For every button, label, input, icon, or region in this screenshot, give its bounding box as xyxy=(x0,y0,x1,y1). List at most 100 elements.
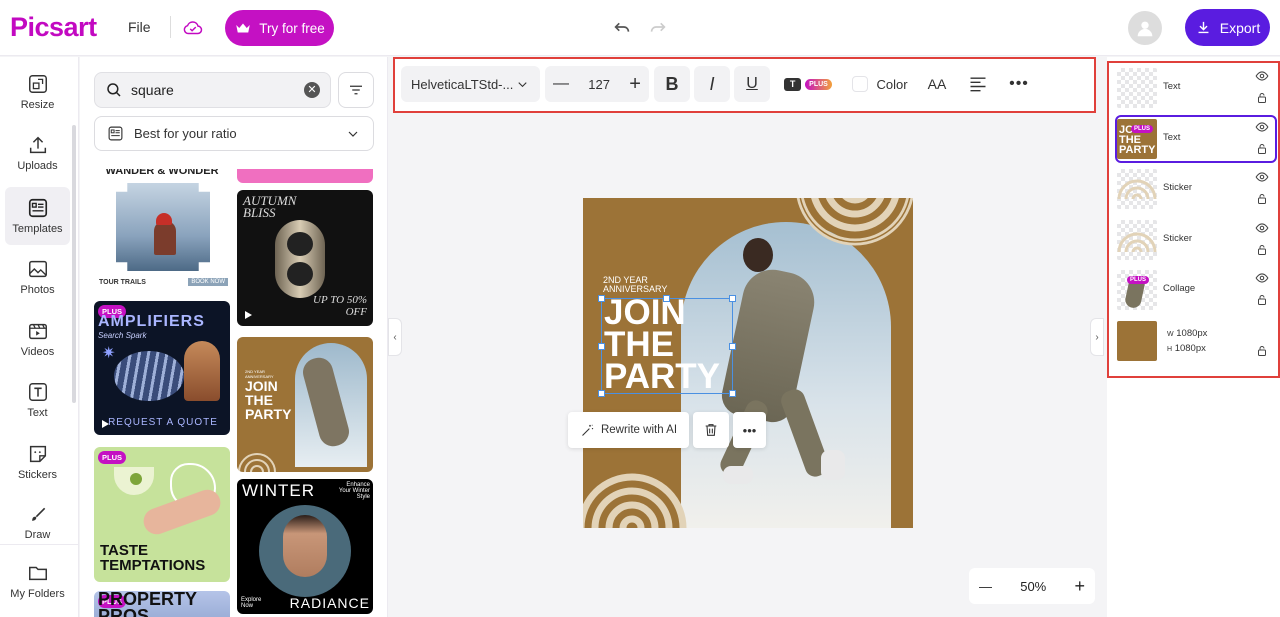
rail-scrollbar[interactable] xyxy=(72,125,76,403)
collapse-layers-button[interactable]: › xyxy=(1090,318,1104,356)
font-family-value: HelveticaLTStd-... xyxy=(411,76,514,92)
template-card-autumn[interactable]: AUTUMN BLISS UP TO 50% OFF xyxy=(237,190,373,326)
rail-item-draw[interactable]: Draw xyxy=(5,497,70,541)
dancer-head xyxy=(743,238,773,272)
bold-button[interactable]: B xyxy=(654,66,690,102)
left-tool-rail: Resize Uploads Templates Photos Videos T… xyxy=(0,57,79,617)
traveler-figure xyxy=(154,221,176,255)
rail-item-my-folders[interactable]: My Folders xyxy=(5,552,70,610)
template-subtitle: Search Spark xyxy=(98,331,147,340)
cloud-sync-icon[interactable] xyxy=(182,17,204,39)
template-card-taste[interactable]: PLUS TASTE TEMPTATIONS xyxy=(94,447,230,582)
ratio-dropdown[interactable]: Best for your ratio xyxy=(94,116,374,151)
collapse-panel-button[interactable]: ‹ xyxy=(388,318,402,356)
swirl-sticker-top[interactable] xyxy=(795,198,913,256)
resize-handle[interactable] xyxy=(729,390,736,397)
text-case-button[interactable]: AA xyxy=(922,66,952,102)
text-color-button[interactable]: Color xyxy=(851,66,909,102)
template-title: TASTE TEMPTATIONS xyxy=(100,542,206,574)
increase-size-button[interactable]: + xyxy=(629,73,641,96)
decrease-size-button[interactable]: — xyxy=(553,75,569,93)
export-button[interactable]: Export xyxy=(1185,9,1270,46)
rewrite-with-ai-button[interactable]: Rewrite with AI xyxy=(568,412,689,448)
template-title: WANDER & WONDER xyxy=(105,169,219,177)
selection-context-menu: Rewrite with AI ••• xyxy=(568,412,766,448)
rail-item-text[interactable]: Text xyxy=(5,371,70,429)
redo-button[interactable] xyxy=(647,16,671,40)
template-card-amplifiers[interactable]: PLUS AMPLIFIERS Search Spark ✷ REQUEST A… xyxy=(94,301,230,435)
user-avatar[interactable] xyxy=(1128,11,1162,45)
rail-label: Templates xyxy=(12,223,63,235)
template-card-winter[interactable]: WINTER Enhance Your Winter Style Explore… xyxy=(237,479,373,614)
template-card-property[interactable]: PLUS PROPERTY PROS xyxy=(94,591,230,617)
chevron-right-icon: › xyxy=(1095,331,1099,343)
template-search-box[interactable]: ✕ xyxy=(94,72,331,108)
try-for-free-button[interactable]: Try for free xyxy=(225,10,334,46)
templates-panel: ✕ Best for your ratio WANDER & WONDER TO… xyxy=(80,57,388,617)
resize-handle[interactable] xyxy=(729,295,736,302)
resize-handle[interactable] xyxy=(663,295,670,302)
template-corner-text: Explore Now xyxy=(241,597,262,609)
filter-button[interactable] xyxy=(338,72,374,108)
star-icon: ✷ xyxy=(102,345,116,362)
search-input[interactable] xyxy=(131,82,301,98)
clear-search-icon[interactable]: ✕ xyxy=(304,82,320,98)
rail-item-resize[interactable]: Resize xyxy=(5,63,70,121)
design-artboard[interactable]: 2ND YEAR ANNIVERSARY JOIN THE PARTY xyxy=(583,198,913,528)
woman-face xyxy=(283,515,327,577)
sneaker xyxy=(821,450,845,480)
undo-button[interactable] xyxy=(611,16,635,40)
underline-button[interactable]: U xyxy=(734,66,770,102)
magic-wand-icon xyxy=(582,424,594,436)
selected-text-box[interactable]: JOIN THE PARTY xyxy=(598,295,736,397)
template-card-party[interactable]: 2ND YEAR ANNIVERSARY JOIN THE PARTY xyxy=(237,337,373,472)
file-menu[interactable]: File xyxy=(128,19,151,35)
man-portrait xyxy=(184,341,220,401)
resize-handle[interactable] xyxy=(729,343,736,350)
resize-handle[interactable] xyxy=(598,390,605,397)
italic-button[interactable]: I xyxy=(694,66,730,102)
undo-icon xyxy=(614,22,630,32)
brush-icon xyxy=(31,507,45,521)
swirl-sticker-bottom[interactable] xyxy=(583,466,687,528)
font-size-value[interactable]: 127 xyxy=(588,77,610,92)
layers-highlight-frame xyxy=(1107,61,1280,378)
more-dots-icon: ••• xyxy=(742,422,757,438)
more-actions-button[interactable]: ••• xyxy=(733,412,766,448)
text-effect-button[interactable]: T PLUS xyxy=(780,66,836,102)
download-icon xyxy=(1198,21,1209,34)
templates-icon xyxy=(108,126,123,141)
resize-handle[interactable] xyxy=(598,295,605,302)
zoom-out-button[interactable]: — xyxy=(979,579,992,594)
template-card-partial[interactable] xyxy=(237,169,373,183)
font-size-stepper[interactable]: — 127 + xyxy=(545,66,649,102)
rail-item-templates[interactable]: Templates xyxy=(5,187,70,245)
anniversary-text[interactable]: 2ND YEAR ANNIVERSARY xyxy=(603,276,667,294)
join-the-party-text[interactable]: JOIN THE PARTY xyxy=(604,295,720,394)
resize-handle[interactable] xyxy=(598,343,605,350)
rail-item-videos[interactable]: Videos xyxy=(5,310,70,368)
rail-item-stickers[interactable]: Stickers xyxy=(5,433,70,491)
rail-label: Text xyxy=(27,407,48,419)
mountain-photo xyxy=(116,183,210,271)
rail-item-photos[interactable]: Photos xyxy=(5,248,70,306)
template-title: AUTUMN BLISS xyxy=(243,193,297,220)
picsart-logo[interactable]: Picsart xyxy=(10,12,97,43)
template-cta: REQUEST A QUOTE xyxy=(108,417,218,428)
text-box-icon: T xyxy=(784,77,802,91)
delete-button[interactable] xyxy=(693,412,729,448)
more-options-button[interactable]: ••• xyxy=(1004,66,1034,102)
user-icon xyxy=(1137,21,1153,37)
chevron-down-icon xyxy=(348,131,358,137)
text-align-button[interactable] xyxy=(963,66,993,102)
template-card-tour[interactable]: WANDER & WONDER TOUR TRAILS BOOK NOW xyxy=(94,169,230,291)
rail-item-uploads[interactable]: Uploads xyxy=(5,124,70,182)
font-family-select[interactable]: HelveticaLTStd-... xyxy=(401,66,540,102)
crown-icon xyxy=(236,23,250,33)
chevron-down-icon xyxy=(518,81,527,87)
ring-hole xyxy=(287,262,313,286)
zoom-in-button[interactable]: + xyxy=(1074,576,1085,597)
zoom-value[interactable]: 50% xyxy=(1020,579,1046,594)
sneaker xyxy=(723,466,753,484)
template-title: JOIN THE PARTY xyxy=(245,378,292,422)
